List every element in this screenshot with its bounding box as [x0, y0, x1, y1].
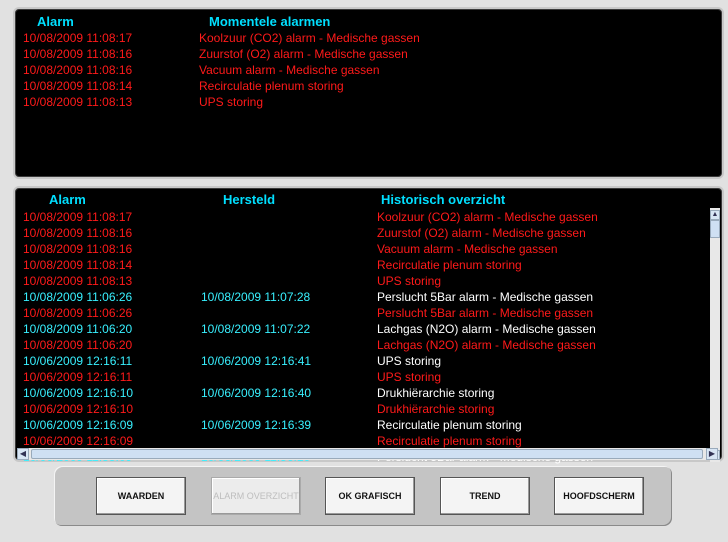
current-alarm-description: UPS storing	[199, 95, 264, 109]
history-alarm-time: 10/08/2009 11:06:20	[23, 322, 133, 336]
history-restored-time: 10/08/2009 11:07:28	[201, 290, 311, 304]
vertical-scroll-thumb[interactable]	[710, 220, 720, 238]
history-alarm-time: 10/08/2009 11:08:14	[23, 258, 133, 272]
history-vertical-scrollbar[interactable]: ▲ ▼	[710, 208, 720, 462]
history-alarm-description: Vacuum alarm - Medische gassen	[377, 242, 558, 256]
history-alarm-description: UPS storing	[377, 354, 442, 368]
current-alarm-description: Recirculatie plenum storing	[199, 79, 344, 93]
history-alarm-description: Recirculatie plenum storing	[377, 418, 522, 432]
current-alarm-time: 10/08/2009 11:08:16	[23, 63, 133, 77]
history-alarm-time: 10/08/2009 11:06:20	[23, 338, 133, 352]
history-restored-time: 10/08/2009 11:07:22	[201, 322, 311, 336]
history-alarm-time: 10/08/2009 11:08:17	[23, 210, 133, 224]
history-alarm-description: Zuurstof (O2) alarm - Medische gassen	[377, 226, 586, 240]
history-alarm-time: 10/06/2009 12:16:11	[23, 370, 133, 384]
history-alarm-time: 10/06/2009 12:16:10	[23, 402, 134, 416]
history-alarm-description: Lachgas (N2O) alarm - Medische gassen	[377, 338, 596, 352]
history-restored-time: 10/06/2009 12:16:40	[201, 386, 312, 400]
alarm-overzicht-button[interactable]: ALARM OVERZICHT	[211, 477, 301, 515]
history-alarm-time: 10/08/2009 11:08:16	[23, 226, 133, 240]
history-alarm-description: Perslucht 5Bar alarm - Medische gassen	[377, 306, 594, 320]
history-alarm-time: 10/08/2009 11:08:13	[23, 274, 133, 288]
history-restored-time: 10/06/2009 12:16:41	[201, 354, 312, 368]
scroll-right-arrow-icon[interactable]: ▶	[706, 448, 718, 460]
scroll-up-arrow-icon[interactable]: ▲	[710, 210, 720, 220]
history-title: Historisch overzicht	[381, 192, 506, 207]
history-alarm-time: 10/06/2009 12:16:09	[23, 434, 134, 448]
history-restored-time: 10/06/2009 12:16:39	[201, 418, 312, 432]
history-alarm-description: UPS storing	[377, 274, 442, 288]
history-alarm-time: 10/06/2009 12:16:11	[23, 354, 133, 368]
history-alarm-description: Perslucht 5Bar alarm - Medische gassen	[377, 290, 594, 304]
waarden-button[interactable]: WAARDEN	[96, 477, 186, 515]
navigation-button-bar: WAARDEN ALARM OVERZICHT OK GRAFISCH TREN…	[54, 466, 672, 526]
history-restored-column-header: Hersteld	[223, 192, 276, 207]
history-horizontal-scrollbar[interactable]: ◀ ▶	[17, 448, 718, 460]
history-alarm-description: Recirculatie plenum storing	[377, 258, 522, 272]
history-alarm-description: Drukhiërarchie storing	[377, 402, 495, 416]
current-alarms-title: Momentele alarmen	[209, 14, 331, 29]
current-alarm-column-header: Alarm	[37, 14, 74, 29]
history-alarm-description: Lachgas (N2O) alarm - Medische gassen	[377, 322, 596, 336]
current-alarm-description: Vacuum alarm - Medische gassen	[199, 63, 380, 77]
history-alarm-time: 10/08/2009 11:06:26	[23, 306, 133, 320]
hoofdscherm-button[interactable]: HOOFDSCHERM	[554, 477, 644, 515]
history-alarm-description: Koolzuur (CO2) alarm - Medische gassen	[377, 210, 598, 224]
history-alarm-time: 10/06/2009 12:16:10	[23, 386, 134, 400]
current-alarms-panel: Alarm Momentele alarmen 10/08/2009 11:08…	[13, 7, 724, 179]
history-alarm-description: UPS storing	[377, 370, 442, 384]
history-panel: Alarm Hersteld Historisch overzicht 10/0…	[13, 186, 724, 464]
history-alarm-column-header: Alarm	[49, 192, 86, 207]
history-alarm-time: 10/06/2009 12:16:09	[23, 418, 134, 432]
current-alarm-time: 10/08/2009 11:08:14	[23, 79, 133, 93]
trend-button[interactable]: TREND	[440, 477, 530, 515]
current-alarm-description: Koolzuur (CO2) alarm - Medische gassen	[199, 31, 420, 45]
history-alarm-time: 10/08/2009 11:08:16	[23, 242, 133, 256]
history-alarm-description: Drukhiërarchie storing	[377, 386, 495, 400]
current-alarm-time: 10/08/2009 11:08:13	[23, 95, 133, 109]
history-alarm-description: Recirculatie plenum storing	[377, 434, 522, 448]
history-alarm-time: 10/08/2009 11:06:26	[23, 290, 133, 304]
current-alarm-description: Zuurstof (O2) alarm - Medische gassen	[199, 47, 408, 61]
current-alarm-time: 10/08/2009 11:08:16	[23, 47, 133, 61]
scroll-left-arrow-icon[interactable]: ◀	[17, 448, 29, 460]
horizontal-scroll-thumb[interactable]	[31, 449, 703, 459]
ok-grafisch-button[interactable]: OK GRAFISCH	[325, 477, 415, 515]
current-alarm-time: 10/08/2009 11:08:17	[23, 31, 133, 45]
